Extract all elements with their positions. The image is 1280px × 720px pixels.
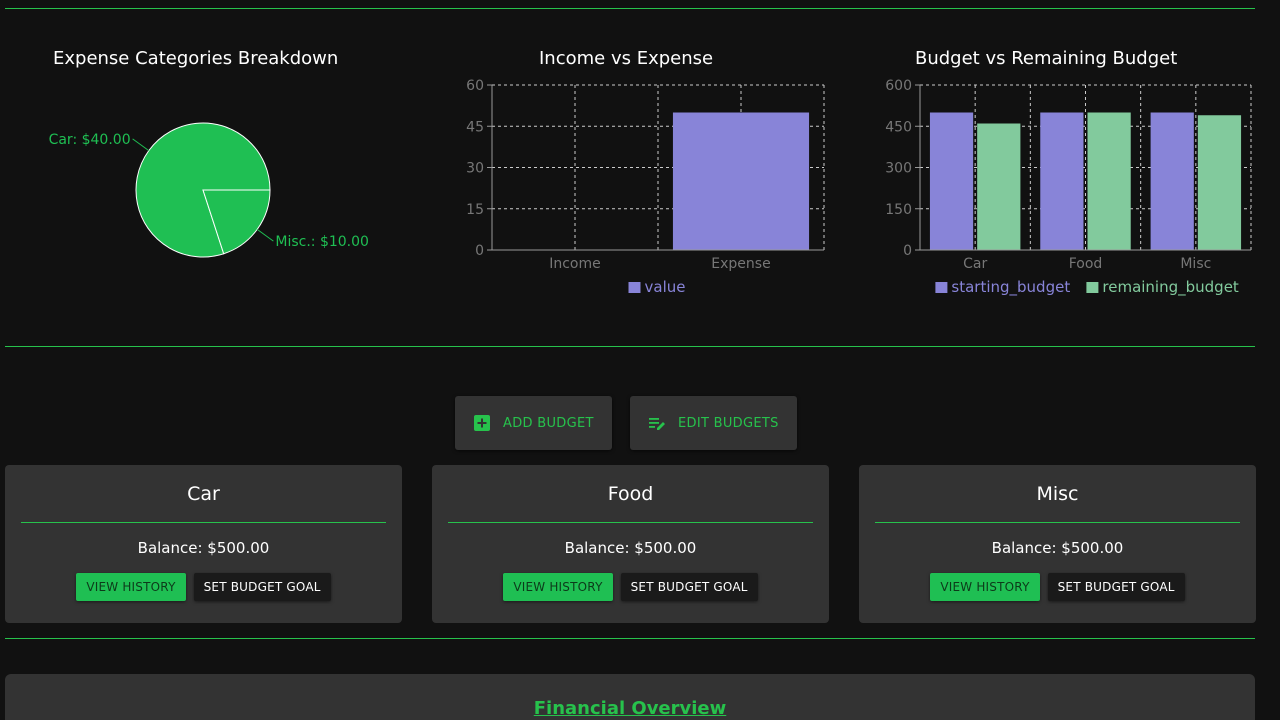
y-tick-label: 60 xyxy=(466,78,484,94)
legend-label: remaining_budget xyxy=(1102,278,1239,297)
y-tick-label: 30 xyxy=(466,161,484,177)
budget-card-food: Food Balance: $500.00 VIEW HISTORY SET B… xyxy=(432,465,829,623)
financial-overview-link[interactable]: Financial Overview xyxy=(5,698,1255,719)
x-tick-label: Income xyxy=(549,256,601,272)
pie-label: Car: $40.00 xyxy=(49,132,131,148)
y-tick-label: 0 xyxy=(475,243,484,259)
budget-remaining-chart: 0 150 300 450 600 Car Food Misc starting_budget r… xyxy=(885,78,1252,297)
edit-budgets-label: EDIT BUDGETS xyxy=(678,415,779,431)
pie-chart-title: Expense Categories Breakdown xyxy=(53,48,339,69)
pie-chart: Car: $40.00 Misc.: $10.00 xyxy=(49,122,369,258)
legend-swatch xyxy=(628,282,641,293)
pie-label-line xyxy=(132,138,150,152)
set-budget-goal-button[interactable]: SET BUDGET GOAL xyxy=(1047,573,1185,601)
add-budget-label: ADD BUDGET xyxy=(503,415,594,431)
budget-card-balance: Balance: $500.00 xyxy=(564,539,697,557)
y-tick-label: 150 xyxy=(885,202,912,218)
set-budget-goal-button[interactable]: SET BUDGET GOAL xyxy=(193,573,331,601)
set-budget-goal-button[interactable]: SET BUDGET GOAL xyxy=(620,573,758,601)
budget-card-misc: Misc Balance: $500.00 VIEW HISTORY SET B… xyxy=(859,465,1256,623)
budget-card-divider xyxy=(448,522,813,523)
top-divider xyxy=(5,8,1255,9)
income-expense-chart: 0 15 30 45 60 Income Expense value xyxy=(466,78,825,296)
add-budget-button[interactable]: ADD BUDGET xyxy=(455,396,612,450)
y-tick-label: 0 xyxy=(903,243,912,259)
legend-swatch xyxy=(1086,282,1099,293)
bar-remaining_budget-food xyxy=(1087,112,1131,250)
budget-card-balance: Balance: $500.00 xyxy=(991,539,1124,557)
charts-divider xyxy=(5,346,1255,347)
income-expense-chart-title: Income vs Expense xyxy=(539,48,714,69)
legend-label: value xyxy=(645,278,686,296)
bar-starting_budget-food xyxy=(1040,112,1084,250)
bar-remaining_budget-misc xyxy=(1197,115,1242,250)
pie-label-line xyxy=(256,228,274,242)
x-tick-label: Food xyxy=(1069,256,1103,272)
budget-card-title: Car xyxy=(187,483,220,505)
bar-starting_budget-misc xyxy=(1150,112,1194,250)
budget-remaining-chart-title: Budget vs Remaining Budget xyxy=(915,48,1178,69)
edit-note-icon xyxy=(649,418,665,430)
budget-card-divider xyxy=(21,522,386,523)
legend-label: starting_budget xyxy=(951,278,1070,297)
pie-label: Misc.: $10.00 xyxy=(275,234,369,250)
view-history-button[interactable]: VIEW HISTORY xyxy=(76,573,186,601)
budget-card-title: Food xyxy=(607,483,654,505)
y-tick-label: 300 xyxy=(885,161,912,177)
budget-card-balance: Balance: $500.00 xyxy=(137,539,270,557)
cards-divider xyxy=(5,638,1255,639)
x-tick-label: Car xyxy=(963,256,987,272)
x-tick-label: Expense xyxy=(711,256,770,272)
budget-card-divider xyxy=(875,522,1240,523)
bar-remaining_budget-car xyxy=(977,123,1021,250)
budget-card-title: Misc xyxy=(1036,483,1079,505)
y-tick-label: 45 xyxy=(466,119,484,135)
add-box-icon xyxy=(474,415,490,431)
view-history-button[interactable]: VIEW HISTORY xyxy=(503,573,613,601)
bar-value-expense xyxy=(672,112,810,250)
bar-starting_budget-car xyxy=(929,112,974,250)
legend-swatch xyxy=(935,282,948,293)
view-history-button[interactable]: VIEW HISTORY xyxy=(930,573,1040,601)
x-tick-label: Misc xyxy=(1180,256,1211,272)
y-tick-label: 600 xyxy=(885,78,912,94)
edit-budgets-button[interactable]: EDIT BUDGETS xyxy=(630,396,797,450)
budget-card-car: Car Balance: $500.00 VIEW HISTORY SET BU… xyxy=(5,465,402,623)
y-tick-label: 450 xyxy=(885,119,912,135)
financial-overview-panel: Financial Overview xyxy=(5,674,1255,720)
y-tick-label: 15 xyxy=(466,202,484,218)
